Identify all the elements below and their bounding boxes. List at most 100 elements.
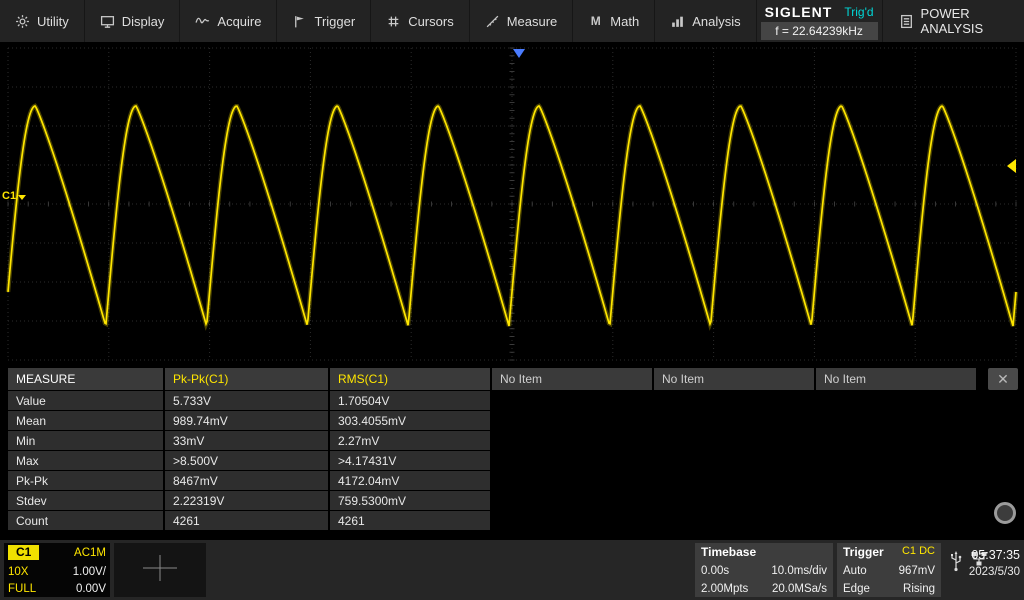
scope-grid-and-trace: [5, 47, 1019, 361]
stat-value: 33mV: [165, 431, 328, 450]
table-row: Min 33mV 2.27mV: [8, 431, 490, 450]
timebase-descriptor[interactable]: Timebase 0.00s 10.0ms/div 2.00Mpts 20.0M…: [695, 543, 833, 597]
channel-1-descriptor[interactable]: C1 AC1M 10X 1.00V/ FULL 0.00V: [4, 543, 110, 597]
channel-offset: 0.00V: [75, 583, 106, 595]
siglent-logo: SIGLENT: [764, 3, 833, 20]
stat-label: Min: [8, 431, 163, 450]
close-icon[interactable]: ✕: [988, 368, 1018, 390]
empty-channel-slot: [114, 543, 206, 597]
cursors-icon: [386, 14, 401, 29]
stat-label: Pk-Pk: [8, 471, 163, 490]
stat-value: >4.17431V: [330, 451, 490, 470]
stat-value: 2.22319V: [165, 491, 328, 510]
channel-coupling: AC1M: [74, 546, 106, 559]
trigger-status: Trig'd: [844, 4, 874, 19]
menu-utility[interactable]: Utility: [0, 0, 85, 42]
channel-offset-label: C1: [2, 190, 17, 202]
menu-acquire[interactable]: Acquire: [180, 0, 278, 42]
trigger-frequency: f = 22.64239kHz: [760, 21, 878, 40]
bottom-status-bar: C1 AC1M 10X 1.00V/ FULL 0.00V Timebase 0…: [0, 540, 1024, 600]
menu-label: Display: [121, 13, 165, 29]
trigger-descriptor[interactable]: Trigger C1 DC Auto 967mV Edge Rising: [837, 543, 941, 597]
display-icon: [100, 14, 115, 29]
measure-header-slot-3[interactable]: No Item: [492, 368, 652, 390]
channel-scale: 1.00V/: [72, 565, 106, 578]
trigger-level: 967mV: [898, 565, 935, 577]
date-display: 2023/5/30: [968, 566, 1020, 578]
table-row: Max >8.500V >4.17431V: [8, 451, 490, 470]
timebase-title: Timebase: [701, 545, 757, 559]
stat-value: 2.27mV: [330, 431, 490, 450]
stat-value: 1.70504V: [330, 391, 490, 410]
menu-cursors[interactable]: Cursors: [371, 0, 470, 42]
measure-header-slot-2[interactable]: RMS(C1): [330, 368, 490, 390]
measurement-header-row: MEASURE Pk-Pk(C1) RMS(C1) No Item No Ite…: [8, 368, 976, 390]
trigger-title: Trigger: [843, 545, 884, 559]
trigger-type: Edge: [843, 583, 870, 595]
measure-header-title: MEASURE: [8, 368, 163, 390]
stat-value: >8.500V: [165, 451, 328, 470]
stat-value: 4172.04mV: [330, 471, 490, 490]
menu-analysis[interactable]: Analysis: [655, 0, 757, 42]
measurement-panel: MEASURE Pk-Pk(C1) RMS(C1) No Item No Ite…: [0, 368, 1024, 540]
menu-math[interactable]: M Math: [573, 0, 656, 42]
gear-icon: [15, 14, 30, 29]
stat-value: 5.733V: [165, 391, 328, 410]
menu-label: Trigger: [314, 13, 356, 29]
table-row: Value 5.733V 1.70504V: [8, 391, 490, 410]
menu-display[interactable]: Display: [85, 0, 181, 42]
menu-measure[interactable]: Measure: [470, 0, 574, 42]
math-icon: M: [590, 14, 601, 28]
analysis-icon: [670, 14, 685, 29]
menu-label: Math: [610, 13, 640, 29]
channel-bandwidth: FULL: [8, 583, 37, 595]
stat-value: 4261: [330, 511, 490, 530]
table-row: Count 4261 4261: [8, 511, 490, 530]
menu-label: Measure: [506, 13, 558, 29]
power-analysis-label: POWER ANALYSIS: [920, 6, 984, 36]
channel-badge: C1: [8, 545, 40, 560]
stat-value: 989.74mV: [165, 411, 328, 430]
menu-label: Analysis: [692, 13, 741, 29]
menu-power-analysis[interactable]: POWER ANALYSIS: [881, 0, 1024, 42]
stat-label: Count: [8, 511, 163, 530]
waveform-display-area[interactable]: C1: [0, 42, 1024, 368]
timebase-delay: 0.00s: [701, 565, 730, 577]
top-menu-bar: Utility Display Acquire Trigger Cursors …: [0, 0, 1024, 42]
knob-icon: [994, 502, 1016, 524]
timebase-scale: 10.0ms/div: [771, 565, 827, 577]
measure-header-slot-4[interactable]: No Item: [654, 368, 814, 390]
trigger-mode: Auto: [843, 565, 867, 577]
stat-value: 8467mV: [165, 471, 328, 490]
stat-label: Max: [8, 451, 163, 470]
flag-icon: [292, 14, 307, 29]
measurement-rows: Value 5.733V 1.70504V Mean 989.74mV 303.…: [8, 391, 490, 531]
trigger-source: C1 DC: [901, 545, 935, 557]
waveform-icon: [195, 14, 210, 29]
time-display: 05:37:35: [971, 548, 1020, 562]
table-row: Mean 989.74mV 303.4055mV: [8, 411, 490, 430]
stat-value: 759.5300mV: [330, 491, 490, 510]
stat-value: 303.4055mV: [330, 411, 490, 430]
menu-label: Utility: [37, 13, 69, 29]
channel-probe: 10X: [8, 565, 29, 578]
power-analysis-icon: [899, 14, 914, 29]
measure-header-slot-1[interactable]: Pk-Pk(C1): [165, 368, 328, 390]
measure-icon: [485, 14, 500, 29]
stat-label: Stdev: [8, 491, 163, 510]
table-row: Stdev 2.22319V 759.5300mV: [8, 491, 490, 510]
table-row: Pk-Pk 8467mV 4172.04mV: [8, 471, 490, 490]
trigger-slope: Rising: [903, 583, 935, 595]
measure-header-slot-5[interactable]: No Item: [816, 368, 976, 390]
menu-trigger[interactable]: Trigger: [277, 0, 372, 42]
oscilloscope-screen: Utility Display Acquire Trigger Cursors …: [0, 0, 1024, 600]
stat-value: 4261: [165, 511, 328, 530]
menu-label: Cursors: [408, 13, 454, 29]
stat-label: Value: [8, 391, 163, 410]
clock: 05:37:35 2023/5/30: [952, 548, 1020, 578]
crosshair-icon: [139, 547, 181, 594]
brand-block: SIGLENT Trig'd f = 22.64239kHz: [757, 0, 882, 42]
channel-offset-marker[interactable]: C1: [2, 190, 27, 202]
menu-label: Acquire: [217, 13, 262, 29]
stat-label: Mean: [8, 411, 163, 430]
